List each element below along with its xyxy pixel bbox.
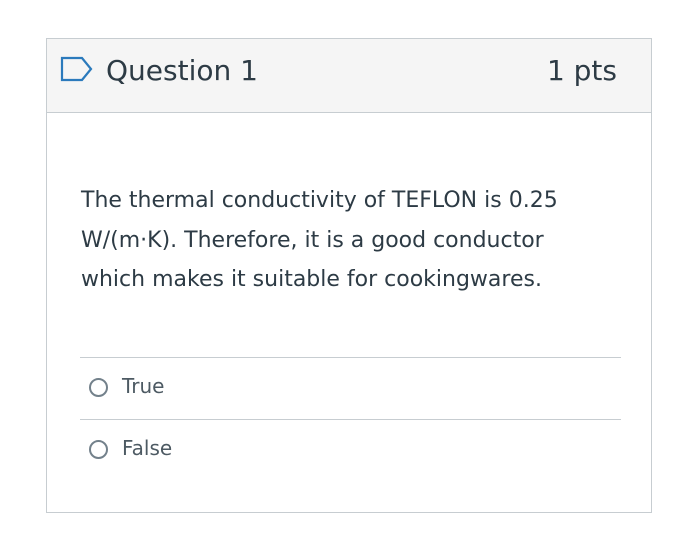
question-header: Question 1 1 pts (47, 39, 651, 113)
answer-label[interactable]: True (122, 372, 164, 400)
question-text-line: W/(m·K). Therefore, it is a good conduct… (81, 227, 544, 253)
question-card: Question 1 1 pts The thermal conductivit… (46, 38, 652, 513)
answer-list: True False (80, 357, 621, 481)
flag-outline-icon[interactable] (60, 56, 94, 82)
question-text-line: which makes it suitable for cookingwares… (81, 267, 542, 292)
question-title: Question 1 (106, 54, 258, 87)
answer-option-false[interactable]: False (80, 419, 621, 481)
radio-button-false[interactable] (89, 440, 108, 459)
question-points: 1 pts (546, 54, 617, 87)
answer-label[interactable]: False (122, 434, 172, 462)
question-text: The thermal conductivity of TEFLON is 0.… (81, 181, 621, 300)
question-text-line: The thermal conductivity of TEFLON is 0.… (81, 188, 558, 213)
radio-button-true[interactable] (89, 378, 108, 397)
answer-option-true[interactable]: True (80, 357, 621, 419)
